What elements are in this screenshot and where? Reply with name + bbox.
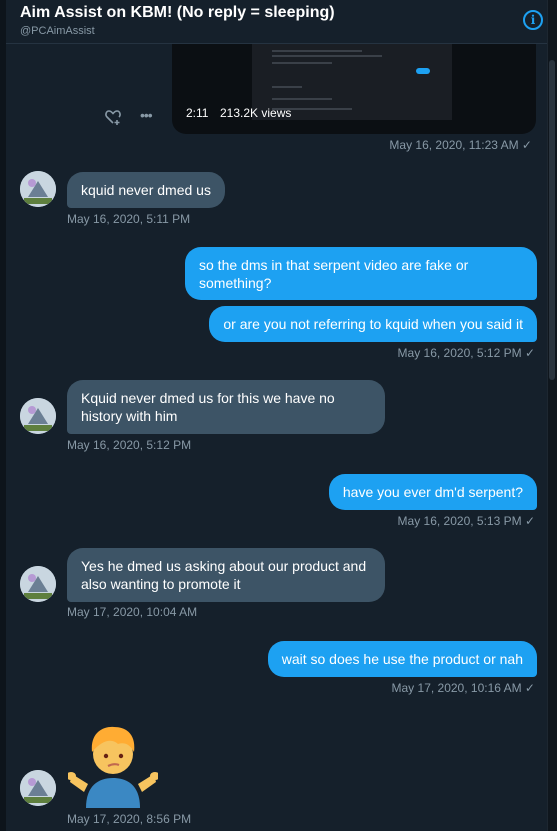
message-timestamp: May 16, 2020, 5:12 PM ✓ bbox=[397, 346, 535, 360]
video-attachment[interactable]: 2:11 213.2K views bbox=[172, 44, 536, 134]
message-timestamp: May 16, 2020, 5:12 PM bbox=[67, 438, 192, 452]
conversation-handle: @PCAimAssist bbox=[20, 25, 95, 37]
outgoing-message: have you ever dm'd serpent? bbox=[328, 474, 537, 510]
more-options-icon[interactable]: ••• bbox=[140, 107, 153, 123]
conversation-header: Aim Assist on KBM! (No reply = sleeping)… bbox=[6, 0, 547, 44]
message-timestamp: May 16, 2020, 5:13 PM ✓ bbox=[397, 514, 535, 528]
incoming-message: Yes he dmed us asking about our product … bbox=[67, 548, 385, 602]
outgoing-message: so the dms in that serpent video are fak… bbox=[185, 247, 537, 300]
incoming-message: kquid never dmed us bbox=[67, 172, 225, 208]
avatar[interactable] bbox=[20, 566, 56, 602]
avatar[interactable] bbox=[20, 398, 56, 434]
scrollbar[interactable] bbox=[547, 0, 557, 831]
video-duration: 2:11 bbox=[186, 106, 209, 120]
outgoing-message: wait so does he use the product or nah bbox=[267, 641, 537, 677]
message-timestamp: May 17, 2020, 10:16 AM ✓ bbox=[391, 681, 535, 695]
info-icon[interactable]: i bbox=[523, 10, 543, 30]
message-timestamp: May 16, 2020, 11:23 AM ✓ bbox=[389, 138, 532, 152]
message-timestamp: May 17, 2020, 8:56 PM bbox=[67, 812, 192, 826]
outgoing-message: or are you not referring to kquid when y… bbox=[209, 306, 537, 342]
person-shrugging-icon bbox=[66, 722, 160, 808]
window-edge bbox=[0, 0, 6, 831]
message-timestamp: May 16, 2020, 5:11 PM bbox=[67, 212, 191, 226]
avatar[interactable] bbox=[20, 770, 56, 806]
dm-conversation-window: Aim Assist on KBM! (No reply = sleeping)… bbox=[0, 0, 557, 831]
conversation-title: Aim Assist on KBM! (No reply = sleeping) bbox=[20, 4, 335, 21]
heart-add-icon[interactable] bbox=[104, 108, 122, 126]
video-views: 213.2K views bbox=[220, 106, 292, 120]
avatar[interactable] bbox=[20, 171, 56, 207]
scrollbar-thumb[interactable] bbox=[549, 60, 555, 380]
message-timestamp: May 17, 2020, 10:04 AM bbox=[67, 605, 198, 619]
incoming-message: Kquid never dmed us for this we have no … bbox=[67, 380, 385, 434]
